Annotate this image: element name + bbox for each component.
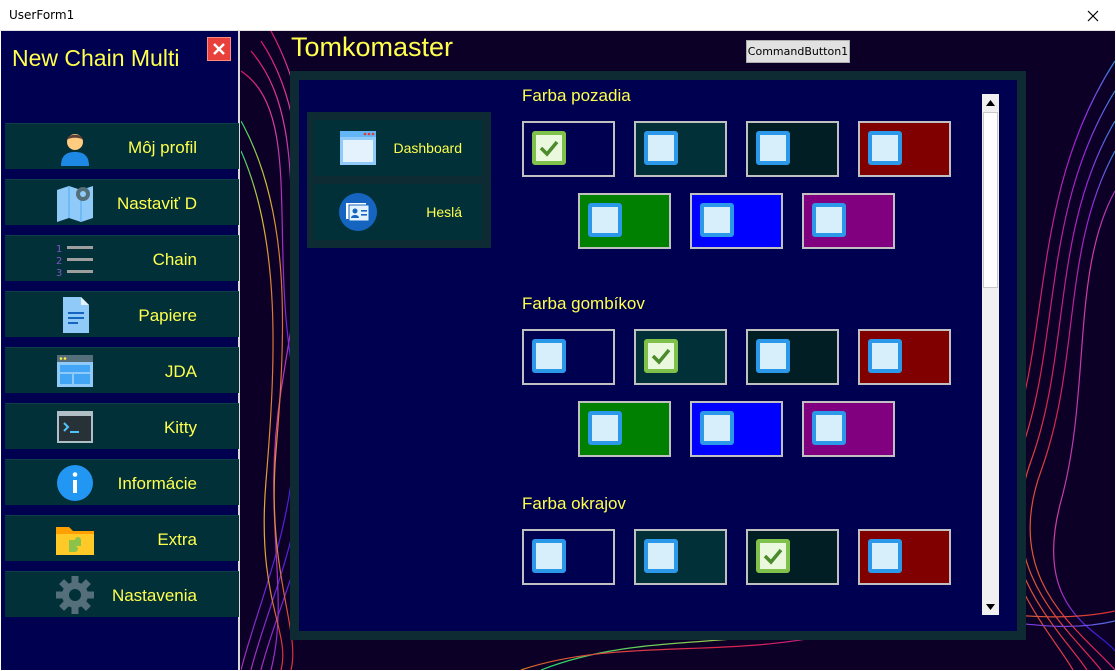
- chevron-up-icon: [986, 99, 995, 106]
- sidebar-item-extra[interactable]: Extra: [5, 515, 239, 561]
- gear-icon: [56, 576, 94, 614]
- window-title: UserForm1: [9, 8, 75, 22]
- sidebar-close-button[interactable]: [207, 37, 231, 61]
- checkbox-checked[interactable]: [644, 339, 678, 373]
- browser-window-icon: [57, 355, 93, 387]
- window-close-button[interactable]: [1070, 0, 1116, 31]
- terminal-icon: [57, 411, 93, 443]
- app-title: New Chain Multi: [12, 45, 180, 71]
- sidebar-item-label: Informácie: [117, 474, 197, 493]
- color-swatch[interactable]: [858, 529, 951, 585]
- svg-text:3: 3: [56, 268, 62, 278]
- close-icon: [1087, 10, 1099, 21]
- check-icon: [539, 140, 559, 157]
- checkbox-checked[interactable]: [532, 131, 566, 165]
- checkbox[interactable]: [868, 539, 902, 573]
- color-swatch[interactable]: [802, 193, 895, 249]
- command-button[interactable]: CommandButton1: [746, 40, 850, 63]
- sidebar: New Chain Multi Môj profil Nastaviť D 1 …: [1, 31, 240, 670]
- checkbox[interactable]: [644, 131, 678, 165]
- window-icon: [340, 131, 376, 165]
- checkbox[interactable]: [868, 131, 902, 165]
- checkbox[interactable]: [588, 203, 622, 237]
- check-icon: [651, 348, 671, 365]
- checkbox[interactable]: [812, 411, 846, 445]
- subnav-item-dashboard[interactable]: Dashboard: [314, 120, 482, 176]
- subnav-item-label: Dashboard: [393, 140, 463, 156]
- color-swatch[interactable]: [634, 329, 727, 385]
- sidebar-item-nastavenia[interactable]: Nastavenia: [5, 571, 239, 617]
- checkbox[interactable]: [700, 203, 734, 237]
- checkbox[interactable]: [700, 411, 734, 445]
- close-icon: [213, 43, 225, 55]
- sidebar-item-jda[interactable]: JDA: [5, 347, 239, 393]
- sidebar-item-chain[interactable]: 1 2 3 Chain: [5, 235, 239, 281]
- sidebar-item-label: Papiere: [138, 306, 197, 325]
- subnav-item-label: Heslá: [426, 204, 462, 220]
- checkbox[interactable]: [756, 131, 790, 165]
- sidebar-item-label: Môj profil: [128, 138, 197, 157]
- vertical-scrollbar[interactable]: [982, 94, 999, 615]
- chevron-down-icon: [986, 603, 995, 610]
- sidebar-item-label: Extra: [157, 530, 197, 549]
- color-swatch[interactable]: [802, 401, 895, 457]
- check-icon: [763, 548, 783, 565]
- color-swatch[interactable]: [522, 529, 615, 585]
- sidebar-item-label: JDA: [164, 362, 197, 381]
- sidebar-item-kitty[interactable]: Kitty: [5, 403, 239, 449]
- color-swatch[interactable]: [522, 329, 615, 385]
- title-bar: UserForm1: [0, 0, 1116, 31]
- scroll-up-button[interactable]: [982, 94, 999, 111]
- user-icon: [61, 134, 89, 166]
- checkbox[interactable]: [756, 339, 790, 373]
- color-swatch[interactable]: [690, 401, 783, 457]
- svg-text:2: 2: [56, 256, 62, 267]
- checkbox[interactable]: [532, 539, 566, 573]
- color-swatch[interactable]: [690, 193, 783, 249]
- document-icon: [63, 297, 89, 333]
- color-swatch[interactable]: [578, 193, 671, 249]
- settings-panel: Dashboard Heslá Farba pozadia Farba gomb…: [290, 71, 1026, 640]
- brand-title: Tomkomaster: [291, 32, 454, 62]
- color-swatch[interactable]: [858, 121, 951, 177]
- subnav: Dashboard Heslá: [307, 112, 491, 248]
- sidebar-item-label: Kitty: [163, 418, 197, 437]
- section-title: Farba pozadia: [522, 86, 631, 105]
- subnav-item-hesla[interactable]: Heslá: [314, 184, 482, 240]
- sidebar-item-label: Nastaviť D: [116, 194, 197, 213]
- checkbox-checked[interactable]: [756, 539, 790, 573]
- checkbox[interactable]: [868, 339, 902, 373]
- color-swatch[interactable]: [746, 121, 839, 177]
- section-title: Farba gombíkov: [522, 294, 645, 313]
- sidebar-item-informacie[interactable]: Informácie: [5, 459, 239, 505]
- folder-puzzle-icon: [56, 527, 94, 555]
- sidebar-item-nastavit-d[interactable]: Nastaviť D: [5, 179, 239, 225]
- scroll-down-button[interactable]: [982, 598, 999, 615]
- checkbox[interactable]: [532, 339, 566, 373]
- color-swatch[interactable]: [746, 329, 839, 385]
- color-swatch[interactable]: [634, 121, 727, 177]
- color-swatch[interactable]: [522, 121, 615, 177]
- form-client-area: New Chain Multi Môj profil Nastaviť D 1 …: [1, 31, 1115, 670]
- checkbox[interactable]: [588, 411, 622, 445]
- userform-window: UserForm1 New Chain Multi Môj profil Nas…: [0, 0, 1116, 671]
- sidebar-item-profile[interactable]: Môj profil: [5, 123, 239, 169]
- info-icon: [57, 465, 93, 501]
- color-swatch[interactable]: [746, 529, 839, 585]
- sidebar-item-papiere[interactable]: Papiere: [5, 291, 239, 337]
- color-swatch[interactable]: [634, 529, 727, 585]
- section-title: Farba okrajov: [522, 494, 626, 513]
- svg-text:1: 1: [56, 244, 62, 255]
- checkbox[interactable]: [644, 539, 678, 573]
- sidebar-item-label: Chain: [152, 250, 197, 269]
- color-swatch[interactable]: [858, 329, 951, 385]
- map-settings-icon: [57, 186, 93, 222]
- numbered-list-icon: 1 2 3: [56, 244, 93, 278]
- settings-panel-inner: Dashboard Heslá Farba pozadia Farba gomb…: [299, 80, 1017, 631]
- sidebar-item-label: Nastavenia: [111, 586, 197, 605]
- id-card-icon: [339, 193, 377, 231]
- checkbox[interactable]: [812, 203, 846, 237]
- color-swatch[interactable]: [578, 401, 671, 457]
- scroll-thumb[interactable]: [983, 112, 998, 288]
